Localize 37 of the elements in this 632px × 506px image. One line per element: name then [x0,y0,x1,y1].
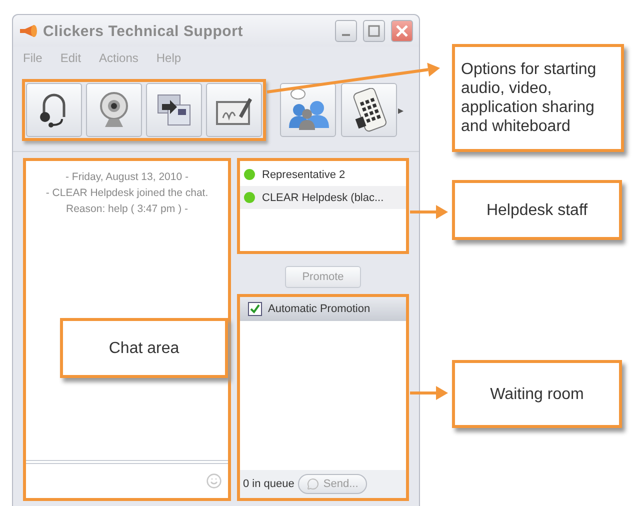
staff-item[interactable]: Representative 2 [240,163,406,186]
queue-count: 0 in queue [243,478,294,490]
minimize-icon [342,34,350,36]
share-button[interactable] [146,83,202,137]
menu-item[interactable]: Actions [99,51,138,67]
callout: Options for starting audio, video, application sharing and whiteboard [452,44,624,152]
callout: Waiting room [452,360,622,428]
checkbox[interactable] [248,302,262,316]
menu-item[interactable]: Edit [60,51,82,67]
menu-item[interactable]: Help [156,51,182,67]
checkbox-label: Automatic Promotion [268,303,370,315]
close-icon [396,25,408,37]
callout: Chat area [60,318,228,378]
maximize-icon [368,25,380,37]
speech-bubble-icon [307,478,320,490]
webcam-icon [97,91,131,129]
window-title: Clickers Technical Support [43,22,244,40]
people-button[interactable] [280,83,336,137]
staff-name: Representative 2 [262,168,346,180]
staff-name: CLEAR Helpdesk (blac... [262,192,384,204]
staff-item[interactable]: CLEAR Helpdesk (blac... [240,186,406,209]
close-button[interactable] [391,20,413,42]
headset-button[interactable] [26,83,82,137]
more-arrow[interactable]: ▸ [398,104,404,116]
callout: Helpdesk staff [452,180,622,240]
maximize-button[interactable] [363,20,385,42]
send-button[interactable]: Send... [298,474,368,494]
menu-item[interactable]: File [23,51,42,67]
megaphone-icon [19,24,37,38]
minimize-button[interactable] [335,20,357,42]
chat-message: - Friday, August 13, 2010 - [66,170,188,185]
people-icon [286,88,330,132]
chat-message: - CLEAR Helpdesk joined the chat. [46,186,208,201]
chat-message: Reason: help ( 3:47 pm ) - [66,202,188,217]
keypad-button[interactable] [341,83,397,137]
screen-share-icon [156,93,192,127]
whiteboard-button[interactable] [206,83,262,137]
